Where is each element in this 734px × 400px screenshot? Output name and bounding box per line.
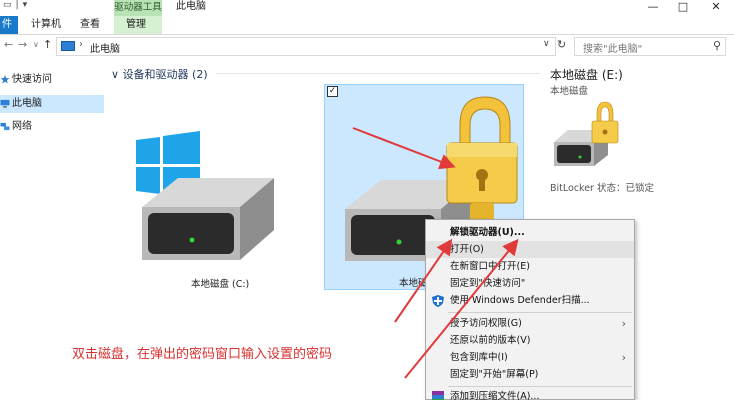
defender-shield-icon bbox=[432, 295, 444, 307]
menu-item-add-archive[interactable]: 添加到压缩文件(A)... bbox=[426, 388, 634, 400]
menu-separator bbox=[448, 312, 632, 313]
sidebar-item-network[interactable]: 网络 bbox=[0, 118, 104, 136]
pc-icon bbox=[61, 41, 75, 51]
group-header-label: 设备和驱动器 (2) bbox=[122, 68, 208, 81]
pc-icon bbox=[0, 99, 10, 108]
sidebar-item-quick-access[interactable]: 快速访问 bbox=[0, 71, 104, 89]
sidebar-item-label: 此电脑 bbox=[12, 98, 42, 109]
menu-item-defender-scan[interactable]: 使用 Windows Defender扫描... bbox=[426, 292, 634, 309]
drive-tools-context-tab: 驱动器工具 bbox=[114, 0, 162, 16]
menu-item-label: 包含到库中(I) bbox=[450, 352, 508, 363]
chevron-down-icon: ∨ bbox=[111, 68, 123, 81]
close-button[interactable]: ✕ bbox=[705, 0, 727, 14]
menu-item-pin-start[interactable]: 固定到"开始"屏幕(P) bbox=[426, 366, 634, 383]
menu-item-restore-versions[interactable]: 还原以前的版本(V) bbox=[426, 332, 634, 349]
maximize-button[interactable]: □ bbox=[672, 0, 694, 14]
minimize-button[interactable]: — bbox=[642, 0, 664, 14]
recent-dropdown-icon[interactable]: ∨ bbox=[33, 40, 39, 49]
refresh-icon[interactable]: ↻ bbox=[557, 38, 566, 51]
group-header-devices[interactable]: ∨ 设备和驱动器 (2) bbox=[111, 66, 208, 82]
winrar-icon bbox=[432, 391, 444, 400]
search-input[interactable]: 搜索"此电脑" ⚲ bbox=[574, 37, 726, 56]
submenu-arrow-icon: › bbox=[621, 351, 626, 364]
menu-separator bbox=[448, 386, 632, 387]
context-tab-label: 驱动器工具 bbox=[114, 2, 162, 13]
menu-item-label: 授予访问权限(G) bbox=[450, 318, 522, 329]
drive-e-checkbox[interactable]: ✓ bbox=[327, 86, 338, 97]
details-title: 本地磁盘 (E:) bbox=[550, 68, 623, 82]
bitlocker-status: BitLocker 状态：已锁定 bbox=[550, 183, 654, 194]
menu-item-label: 还原以前的版本(V) bbox=[450, 335, 531, 346]
tab-manage[interactable]: 管理 bbox=[126, 16, 146, 34]
sidebar-item-this-pc[interactable]: 此电脑 bbox=[0, 95, 104, 113]
window-title: 此电脑 bbox=[176, 1, 206, 12]
address-bar[interactable]: › 此电脑 bbox=[56, 37, 556, 56]
menu-item-open-new-window[interactable]: 在新窗口中打开(E) bbox=[426, 258, 634, 275]
drive-c-tile[interactable]: 本地磁盘 (C:) bbox=[120, 90, 300, 290]
menu-item-label: 添加到压缩文件(A)... bbox=[450, 391, 540, 400]
menu-item-label: 使用 Windows Defender扫描... bbox=[450, 295, 590, 306]
breadcrumb-separator: › bbox=[79, 39, 83, 50]
menu-item-label: 打开(O) bbox=[450, 244, 484, 255]
hard-drive-icon bbox=[136, 131, 274, 260]
sidebar-item-label: 快速访问 bbox=[12, 74, 52, 85]
address-path: 此电脑 bbox=[90, 44, 120, 55]
submenu-arrow-icon: › bbox=[621, 317, 626, 330]
tab-view[interactable]: 查看 bbox=[80, 16, 100, 34]
locked-drive-preview-icon bbox=[554, 101, 619, 166]
star-icon bbox=[0, 75, 10, 84]
group-divider bbox=[216, 73, 540, 74]
sidebar-item-label: 网络 bbox=[12, 121, 32, 132]
menu-item-grant-access[interactable]: 授予访问权限(G) › bbox=[426, 315, 634, 332]
drive-e-label: 本地磁 bbox=[399, 278, 428, 289]
menu-item-include-library[interactable]: 包含到库中(I) › bbox=[426, 349, 634, 366]
search-icon: ⚲ bbox=[712, 39, 721, 52]
menu-item-label: 固定到"开始"屏幕(P) bbox=[450, 369, 539, 380]
details-subtitle: 本地磁盘 bbox=[550, 86, 589, 97]
annotation-text: 双击磁盘，在弹出的密码窗口输入设置的密码 bbox=[72, 347, 333, 362]
quick-access-toolbar[interactable]: ▭ │ ▾ bbox=[3, 0, 27, 14]
menu-item-label: 固定到"快速访问" bbox=[450, 278, 526, 289]
network-icon bbox=[0, 122, 10, 131]
search-placeholder: 搜索"此电脑" bbox=[583, 44, 643, 55]
menu-item-label: 解锁驱动器(U)... bbox=[450, 227, 525, 238]
back-arrow-icon[interactable]: ← bbox=[4, 38, 13, 51]
up-arrow-icon[interactable]: ↑ bbox=[43, 38, 52, 51]
menu-item-open[interactable]: 打开(O) bbox=[426, 241, 634, 258]
ribbon-divider bbox=[0, 34, 734, 35]
menu-item-label: 在新窗口中打开(E) bbox=[450, 261, 530, 272]
menu-item-pin-quick-access[interactable]: 固定到"快速访问" bbox=[426, 275, 634, 292]
address-dropdown-icon[interactable]: ∨ bbox=[543, 39, 550, 49]
context-menu: 解锁驱动器(U)... 打开(O) 在新窗口中打开(E) 固定到"快速访问" 使… bbox=[425, 219, 635, 400]
drive-c-label: 本地磁盘 (C:) bbox=[191, 279, 250, 290]
tab-computer[interactable]: 计算机 bbox=[31, 16, 61, 34]
tab-file[interactable]: 件 bbox=[0, 16, 18, 34]
menu-item-unlock-drive[interactable]: 解锁驱动器(U)... bbox=[426, 224, 634, 241]
forward-arrow-icon[interactable]: → bbox=[18, 38, 27, 51]
